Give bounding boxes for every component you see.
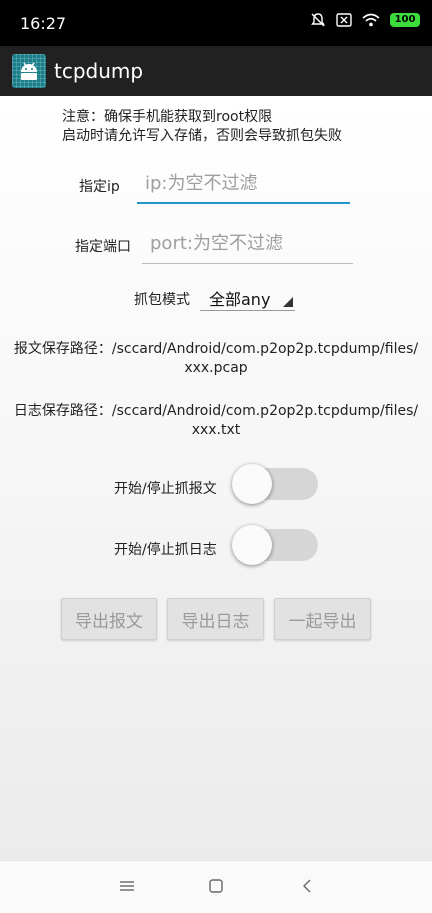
wifi-icon [362,13,380,27]
log-capture-toggle[interactable] [232,525,318,565]
log-path-line1: 日志保存路径：/sccard/Android/com.p2op2p.tcpdum… [13,403,419,419]
ip-label: 指定ip [79,179,120,195]
main-content: 注意：确保手机能获取到root权限 启动时请允许写入存储，否则会导致抓包失败 指… [0,96,432,860]
log-path-line2: xxx.txt [191,422,241,438]
export-log-button[interactable]: 导出日志 [167,598,264,640]
capture-mode-value: 全部any [209,290,271,309]
packet-path-line2: xxx.pcap [184,360,248,376]
ip-input[interactable] [137,164,350,204]
packet-toggle-label: 开始/停止抓报文 [114,481,217,497]
status-time: 16:27 [20,14,67,33]
notice-text: 注意：确保手机能获取到root权限 启动时请允许写入存储，否则会导致抓包失败 [62,108,342,146]
log-toggle-thumb [232,525,272,565]
export-all-button[interactable]: 一起导出 [274,598,371,640]
packet-capture-toggle[interactable] [232,464,318,504]
port-input[interactable] [142,224,353,264]
battery-icon: 100 [390,13,420,27]
menu-icon[interactable] [119,878,135,898]
app-title: tcpdump [54,59,144,83]
port-label: 指定端口 [75,239,131,255]
dropdown-arrow-icon [283,297,293,307]
status-bar: 16:27 100 [0,0,432,46]
home-icon[interactable] [208,878,224,898]
sim-x-icon [336,13,352,27]
back-icon[interactable] [299,878,315,898]
packet-toggle-thumb [232,464,272,504]
capture-mode-label: 抓包模式 [134,292,190,308]
notice-line-storage: 启动时请允许写入存储，否则会导致抓包失败 [62,128,342,144]
app-bar: tcpdump [0,46,432,96]
alarm-off-icon [310,12,326,28]
packet-path-line1: 报文保存路径：/sccard/Android/com.p2op2p.tcpdum… [13,341,419,357]
navigation-bar [0,860,432,913]
status-icons: 100 [310,12,420,28]
capture-mode-spinner[interactable]: 全部any [200,280,295,311]
android-icon [12,54,46,88]
export-packet-button[interactable]: 导出报文 [61,598,157,640]
log-toggle-label: 开始/停止抓日志 [114,542,217,558]
notice-line-root: 注意：确保手机能获取到root权限 [62,109,273,125]
